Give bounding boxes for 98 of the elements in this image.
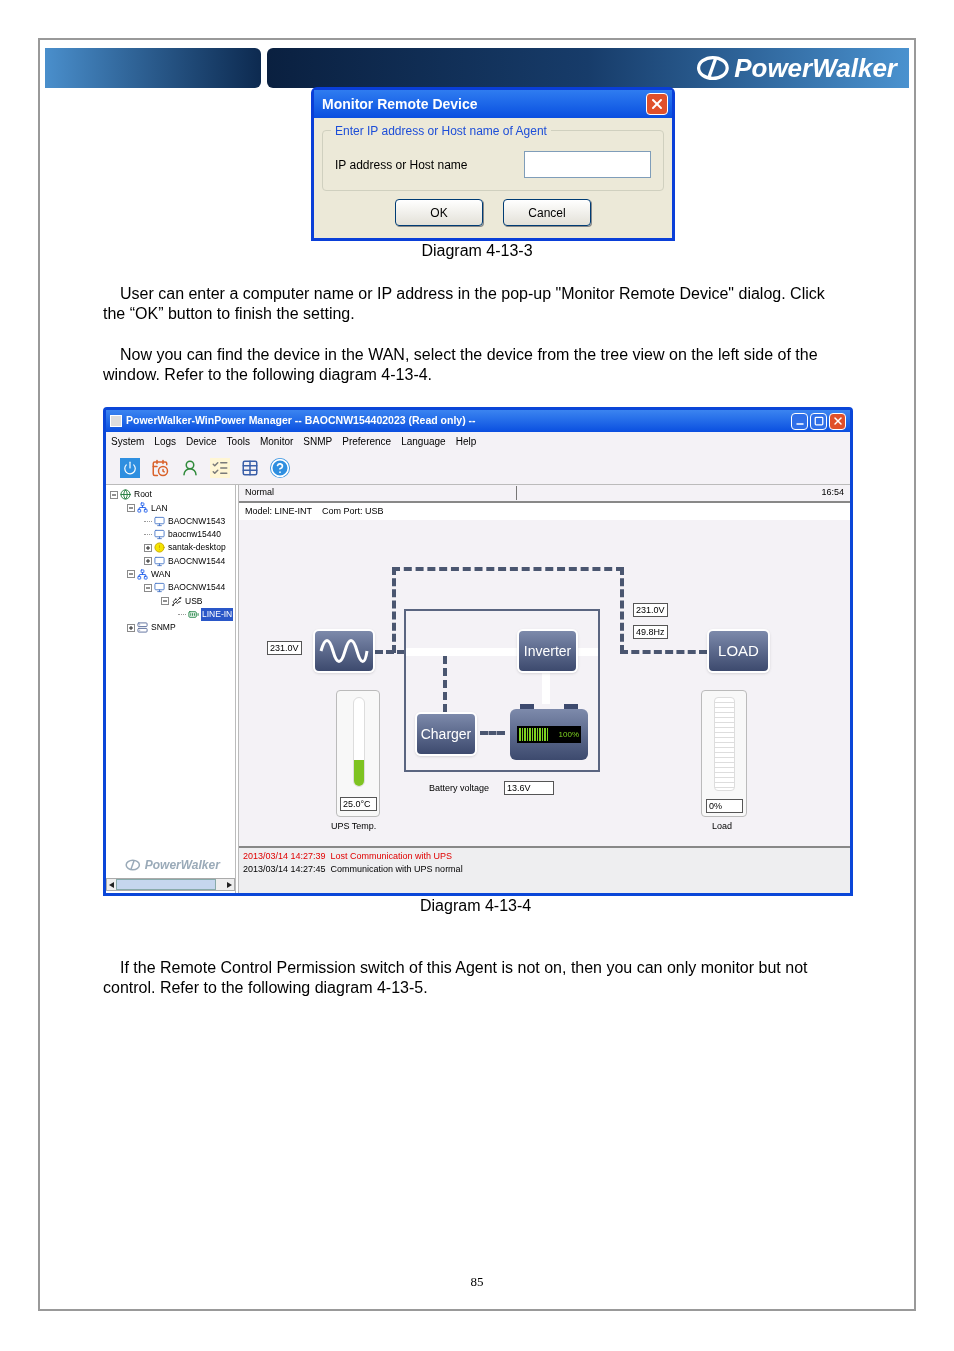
menu-item[interactable]: SNMP <box>303 434 333 449</box>
temperature-label: UPS Temp. <box>331 820 377 833</box>
power-path <box>542 673 550 704</box>
maximize-icon <box>813 416 824 426</box>
collapse-toggle[interactable] <box>110 490 118 499</box>
body-paragraph: User can enter a computer name or IP address in the pop-up "Monitor Remote Device" dialog. Click the “OK” button to finish the setting. <box>103 284 826 324</box>
battery-voltage-label: Battery voltage <box>429 782 490 795</box>
tree-node-icon <box>171 595 182 607</box>
tree-node-icon <box>154 555 165 567</box>
tree-node-icon <box>154 529 165 541</box>
tree-node-icon <box>120 489 131 501</box>
clock-field: 16:54 <box>821 486 850 500</box>
output-voltage-readout: 231.0V <box>633 603 668 617</box>
help-icon[interactable] <box>270 457 290 478</box>
tree-item[interactable]: LAN <box>150 501 169 515</box>
brand-logo: PowerWalker <box>125 856 220 874</box>
minimize-button[interactable] <box>791 412 808 430</box>
tree-item[interactable]: WAN <box>150 568 172 581</box>
close-button[interactable] <box>829 412 846 430</box>
inverter-block: Inverter <box>517 629 578 673</box>
tree-node-icon <box>154 582 165 594</box>
page-number: 85 <box>470 1272 484 1291</box>
status-field: Normal <box>239 486 517 500</box>
menu-item[interactable]: Language <box>401 434 446 449</box>
minus-icon <box>128 504 134 511</box>
dialog-button[interactable]: OK <box>395 199 483 226</box>
battery-percent: 100% <box>558 728 579 741</box>
dialog-button[interactable]: Cancel <box>503 199 591 226</box>
collapse-toggle[interactable] <box>127 503 135 512</box>
expand-toggle[interactable] <box>127 623 135 632</box>
tree-item[interactable]: SNMP <box>150 621 177 634</box>
port-info: Com Port: USB <box>322 504 384 518</box>
figure-caption: Diagram 4-13-3 <box>421 241 533 261</box>
tree-item[interactable]: LINE-IN <box>201 607 234 621</box>
tree-item[interactable]: Root <box>133 488 153 501</box>
load-label: Load <box>712 820 733 833</box>
menu-item[interactable]: Device <box>186 434 217 449</box>
tree-node-icon <box>137 568 148 580</box>
battery-voltage-readout: 13.6V <box>504 781 554 795</box>
tree-node-icon <box>154 515 165 527</box>
tree-node-icon <box>188 608 199 620</box>
plus-icon <box>128 624 134 631</box>
tree-item[interactable]: santak-desktop <box>167 541 227 555</box>
tree-item[interactable]: BAOCNW1544 <box>167 581 227 595</box>
dialog-title: Monitor Remote Device <box>321 94 478 114</box>
menu-item[interactable]: Help <box>455 434 477 449</box>
body-paragraph: Now you can find the device in the WAN, select the device from the tree view on the left side of the window. Refer to the following diagram 4-13-4. <box>103 345 819 385</box>
tree-item[interactable]: baocnw15440 <box>167 528 222 541</box>
sine-wave-icon <box>319 639 369 663</box>
menu-item[interactable]: Preference <box>342 434 392 449</box>
maximize-button[interactable] <box>810 412 827 430</box>
figure-caption: Diagram 4-13-4 <box>420 896 532 916</box>
minus-icon <box>111 491 117 498</box>
minus-icon <box>162 598 168 604</box>
ip-address-field[interactable] <box>524 151 651 178</box>
collapse-toggle[interactable] <box>161 597 169 605</box>
horizontal-scrollbar[interactable] <box>106 878 235 891</box>
menu-item[interactable]: Tools <box>226 434 250 449</box>
load-block: LOAD <box>707 629 770 673</box>
expand-toggle[interactable] <box>144 557 152 566</box>
plus-icon <box>145 558 151 565</box>
close-icon <box>649 96 665 112</box>
body-paragraph: If the Remote Control Permission switch of this Agent is not on, then you can only monitor but not control. Refer to the following diagram 4-13-5. <box>103 958 809 998</box>
output-frequency-readout: 49.8Hz <box>633 625 668 639</box>
window-title: PowerWalker-WinPower Manager -- BAOCNW154402023 (Read only) -- <box>126 413 476 429</box>
charger-block: Charger <box>415 712 477 756</box>
scroll-right-icon[interactable] <box>227 881 232 888</box>
collapse-toggle[interactable] <box>144 583 152 592</box>
app-icon <box>110 415 122 427</box>
brand-logo: PowerWalker <box>696 48 897 88</box>
expand-toggle[interactable] <box>144 543 152 552</box>
load-readout: 0% <box>706 799 743 813</box>
calendar-clock-icon[interactable] <box>150 457 170 478</box>
field-label: IP address or Host name <box>335 156 468 174</box>
tree-item[interactable]: BAOCNW1544 <box>167 554 227 568</box>
scrollbar-thumb[interactable] <box>116 879 216 890</box>
menu-item[interactable]: Monitor <box>259 434 294 449</box>
checklist-icon[interactable] <box>210 457 230 478</box>
close-button[interactable] <box>646 93 668 115</box>
temperature-readout: 25.0°C <box>340 797 377 811</box>
tree-node-icon <box>137 622 148 634</box>
plus-icon <box>145 544 151 551</box>
tree-item[interactable]: USB <box>184 594 204 608</box>
tree-node-icon <box>154 542 165 554</box>
model-info: Model: LINE-INT <box>245 504 313 518</box>
collapse-toggle[interactable] <box>127 570 135 579</box>
tree-node-icon <box>137 502 148 514</box>
log-entry: 2013/03/14 14:27:39 Lost Communication with UPS <box>243 850 454 863</box>
tree-item[interactable]: BAOCNW1543 <box>167 514 227 528</box>
scroll-left-icon[interactable] <box>109 881 114 888</box>
minus-icon <box>145 584 151 591</box>
power-icon[interactable] <box>120 457 140 478</box>
close-icon <box>831 415 844 427</box>
input-voltage-readout: 231.0V <box>267 641 302 655</box>
menu-item[interactable]: System <box>111 434 145 449</box>
menu-item[interactable]: Logs <box>154 434 177 449</box>
minus-icon <box>128 571 134 578</box>
log-entry: 2013/03/14 14:27:45 Communication with UPS normal <box>243 863 464 876</box>
